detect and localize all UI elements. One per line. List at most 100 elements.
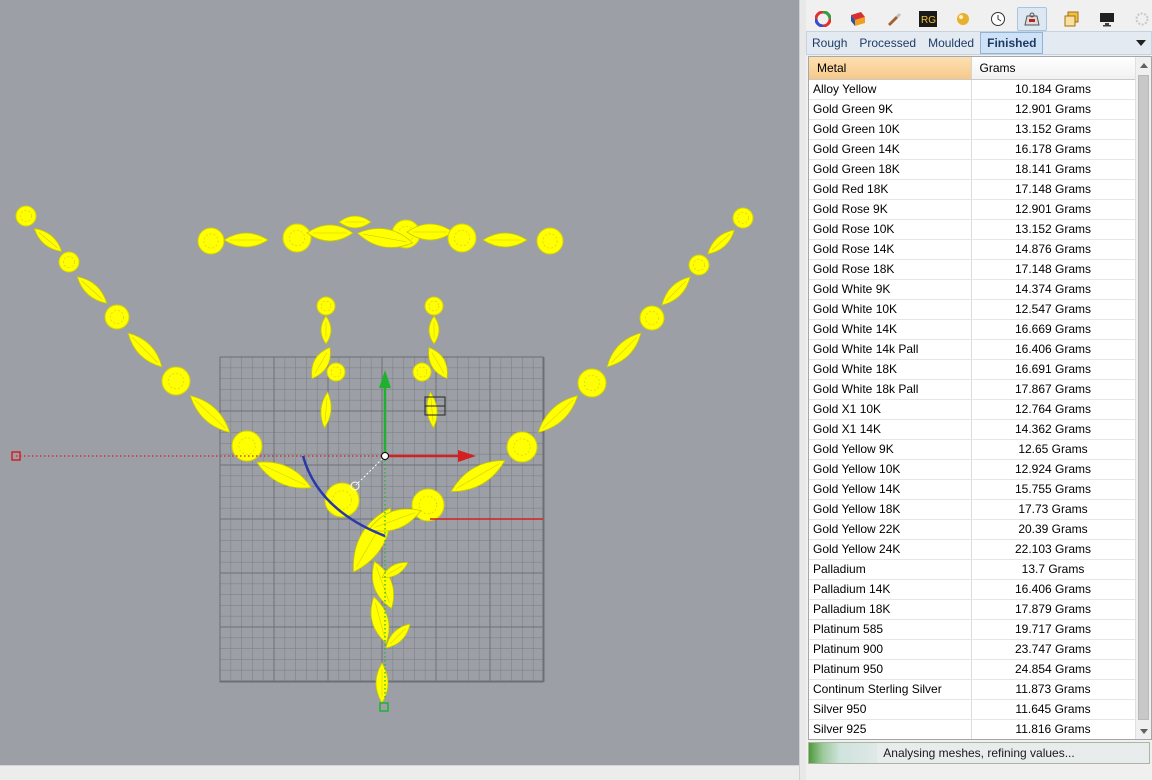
- jewelry-bead-element[interactable]: [424, 296, 444, 316]
- table-row[interactable]: Palladium 14K 16.406 Grams: [809, 579, 1136, 600]
- jewelry-bead-element[interactable]: [15, 205, 37, 227]
- jewelry-leaf-element[interactable]: [185, 390, 235, 438]
- tab-rough[interactable]: Rough: [807, 32, 853, 54]
- jewelry-leaf-element[interactable]: [253, 454, 315, 496]
- table-row[interactable]: Gold Rose 14K 14.876 Grams: [809, 239, 1136, 260]
- table-row[interactable]: Gold White 14K 16.669 Grams: [809, 319, 1136, 340]
- metal-name-cell[interactable]: Gold X1 14K: [809, 419, 972, 440]
- grams-cell[interactable]: 11.816 Grams: [971, 719, 1136, 739]
- jewelry-bead-element[interactable]: [316, 296, 336, 316]
- jewelry-leaf-element[interactable]: [375, 662, 389, 704]
- grams-cell[interactable]: 11.873 Grams: [971, 679, 1136, 700]
- table-row[interactable]: Gold White 18k Pall 17.867 Grams: [809, 379, 1136, 400]
- grams-cell[interactable]: 13.152 Grams: [971, 219, 1136, 240]
- metal-name-cell[interactable]: Gold White 18k Pall: [809, 379, 972, 400]
- brush-icon[interactable]: [883, 8, 904, 30]
- table-row[interactable]: Continum Sterling Silver 11.873 Grams: [809, 679, 1136, 700]
- metal-name-cell[interactable]: Platinum 585: [809, 619, 972, 640]
- table-row[interactable]: Gold X1 14K 14.362 Grams: [809, 419, 1136, 440]
- grams-cell[interactable]: 16.669 Grams: [971, 319, 1136, 340]
- table-row[interactable]: Gold Green 10K 13.152 Grams: [809, 119, 1136, 140]
- table-row[interactable]: Palladium 13.7 Grams: [809, 559, 1136, 580]
- grams-cell[interactable]: 17.148 Grams: [971, 179, 1136, 200]
- jewelry-leaf-element[interactable]: [602, 328, 646, 372]
- tab-finished[interactable]: Finished: [980, 32, 1044, 54]
- metal-name-cell[interactable]: Gold Yellow 24K: [809, 539, 972, 560]
- jewelry-leaf-element[interactable]: [482, 232, 528, 248]
- metal-name-cell[interactable]: Gold Rose 18K: [809, 259, 972, 280]
- metal-name-cell[interactable]: Gold Yellow 18K: [809, 499, 972, 520]
- 3d-viewport[interactable]: [0, 0, 799, 765]
- grams-cell[interactable]: 23.747 Grams: [971, 639, 1136, 660]
- table-row[interactable]: Gold Yellow 24K 22.103 Grams: [809, 539, 1136, 560]
- jewelry-bead-element[interactable]: [161, 366, 191, 396]
- metal-name-cell[interactable]: Gold Green 18K: [809, 159, 972, 180]
- jewelry-leaf-element[interactable]: [123, 328, 167, 372]
- jewelry-bead-element[interactable]: [688, 254, 710, 276]
- table-row[interactable]: Platinum 900 23.747 Grams: [809, 639, 1136, 660]
- table-row[interactable]: Palladium 18K 17.879 Grams: [809, 599, 1136, 620]
- grams-cell[interactable]: 13.7 Grams: [971, 559, 1136, 580]
- table-row[interactable]: Silver 950 11.645 Grams: [809, 699, 1136, 720]
- column-header-grams[interactable]: Grams: [971, 57, 1136, 80]
- table-row[interactable]: Gold Yellow 10K 12.924 Grams: [809, 459, 1136, 480]
- metal-name-cell[interactable]: Continum Sterling Silver: [809, 679, 972, 700]
- table-row[interactable]: Gold Rose 9K 12.901 Grams: [809, 199, 1136, 220]
- jewelry-bead-element[interactable]: [732, 207, 754, 229]
- table-row[interactable]: Gold Yellow 14K 15.755 Grams: [809, 479, 1136, 500]
- table-row[interactable]: Alloy Yellow 10.184 Grams: [809, 79, 1136, 100]
- grams-cell[interactable]: 24.854 Grams: [971, 659, 1136, 680]
- metal-name-cell[interactable]: Gold White 18K: [809, 359, 972, 380]
- metal-name-cell[interactable]: Gold White 14k Pall: [809, 339, 972, 360]
- metal-name-cell[interactable]: Gold White 10K: [809, 299, 972, 320]
- table-row[interactable]: Gold X1 10K 12.764 Grams: [809, 399, 1136, 420]
- viewport-scene[interactable]: [0, 0, 799, 765]
- metal-name-cell[interactable]: Silver 950: [809, 699, 972, 720]
- metal-name-cell[interactable]: Palladium 14K: [809, 579, 972, 600]
- jewelry-bead-element[interactable]: [639, 305, 665, 331]
- display-icon[interactable]: [1096, 8, 1117, 30]
- jewelry-bead-element[interactable]: [282, 223, 312, 253]
- grams-cell[interactable]: 11.645 Grams: [971, 699, 1136, 720]
- metal-name-cell[interactable]: Platinum 900: [809, 639, 972, 660]
- table-row[interactable]: Gold Yellow 9K 12.65 Grams: [809, 439, 1136, 460]
- grams-cell[interactable]: 20.39 Grams: [971, 519, 1136, 540]
- tab-moulded[interactable]: Moulded: [922, 32, 980, 54]
- scroll-thumb[interactable]: [1138, 75, 1149, 720]
- metal-name-cell[interactable]: Gold Green 9K: [809, 99, 972, 120]
- jewelry-bead-element[interactable]: [197, 227, 225, 255]
- rg-plugin-icon[interactable]: RG: [918, 8, 939, 30]
- jewelry-leaf-element[interactable]: [319, 391, 332, 429]
- metal-name-cell[interactable]: Gold Yellow 22K: [809, 519, 972, 540]
- metal-name-cell[interactable]: Gold White 9K: [809, 279, 972, 300]
- table-row[interactable]: Gold White 14k Pall 16.406 Grams: [809, 339, 1136, 360]
- grams-cell[interactable]: 16.406 Grams: [971, 339, 1136, 360]
- metal-name-cell[interactable]: Silver 925: [809, 719, 972, 739]
- grams-cell[interactable]: 12.901 Grams: [971, 199, 1136, 220]
- table-row[interactable]: Gold Green 9K 12.901 Grams: [809, 99, 1136, 120]
- grams-cell[interactable]: 12.65 Grams: [971, 439, 1136, 460]
- metal-name-cell[interactable]: Gold Rose 9K: [809, 199, 972, 220]
- material-icon[interactable]: [952, 8, 973, 30]
- scroll-down-button[interactable]: [1136, 723, 1151, 739]
- table-row[interactable]: Platinum 950 24.854 Grams: [809, 659, 1136, 680]
- grams-cell[interactable]: 14.876 Grams: [971, 239, 1136, 260]
- jewelry-bead-element[interactable]: [536, 227, 564, 255]
- jewelry-leaf-element[interactable]: [306, 224, 354, 242]
- jewelry-leaf-element[interactable]: [533, 390, 583, 438]
- grams-cell[interactable]: 16.178 Grams: [971, 139, 1136, 160]
- metal-name-cell[interactable]: Gold Rose 10K: [809, 219, 972, 240]
- table-row[interactable]: Gold Yellow 18K 17.73 Grams: [809, 499, 1136, 520]
- metal-name-cell[interactable]: Gold Red 18K: [809, 179, 972, 200]
- metal-name-cell[interactable]: Palladium 18K: [809, 599, 972, 620]
- tab-processed[interactable]: Processed: [853, 32, 922, 54]
- table-row[interactable]: Gold Yellow 22K 20.39 Grams: [809, 519, 1136, 540]
- jewelry-bead-element[interactable]: [506, 431, 538, 463]
- grams-cell[interactable]: 12.901 Grams: [971, 99, 1136, 120]
- jewelry-leaf-element[interactable]: [73, 272, 111, 308]
- metal-name-cell[interactable]: Gold Yellow 10K: [809, 459, 972, 480]
- grams-cell[interactable]: 17.148 Grams: [971, 259, 1136, 280]
- jewelry-leaf-element[interactable]: [223, 232, 269, 248]
- jewelry-bead-element[interactable]: [326, 362, 346, 382]
- table-scrollbar[interactable]: [1135, 57, 1151, 739]
